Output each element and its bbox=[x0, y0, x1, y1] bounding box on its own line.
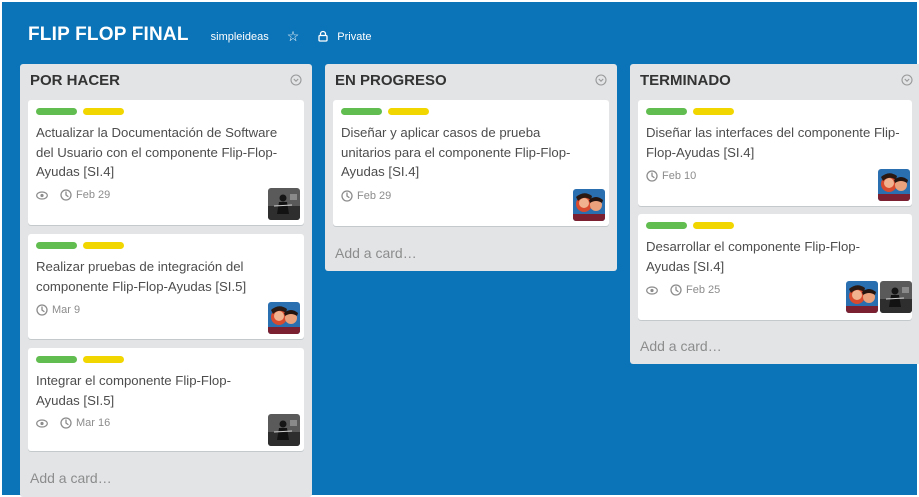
list-header: TERMINADO bbox=[630, 64, 919, 94]
label-green bbox=[341, 108, 382, 115]
clock-icon bbox=[60, 189, 72, 201]
card-badges: Mar 9 bbox=[36, 304, 80, 316]
card-badges: Mar 16 bbox=[36, 417, 110, 429]
label-yellow bbox=[388, 108, 429, 115]
add-card-link[interactable]: Add a card… bbox=[335, 245, 417, 261]
card-title: Desarrollar el componente Flip-Flop-Ayud… bbox=[646, 239, 861, 274]
due-date: Mar 16 bbox=[76, 417, 111, 429]
list-header: EN PROGRESO bbox=[325, 64, 617, 94]
add-card-link[interactable]: Add a card… bbox=[640, 338, 722, 354]
label-yellow bbox=[83, 242, 124, 249]
label-yellow bbox=[83, 108, 124, 115]
clock-icon bbox=[36, 304, 48, 316]
card-badges: Feb 29 bbox=[341, 190, 391, 202]
card-title: Realizar pruebas de integración del comp… bbox=[36, 259, 247, 294]
list-header: POR HACER bbox=[20, 64, 312, 94]
eye-icon bbox=[36, 191, 48, 200]
due-date: Feb 25 bbox=[686, 284, 721, 296]
board-canvas: FLIP FLOP FINAL simpleideas ☆ Private PO… bbox=[0, 0, 919, 497]
card[interactable]: Diseñar las interfaces del componente Fl… bbox=[638, 100, 912, 206]
clock-icon bbox=[341, 190, 353, 202]
due-date: Feb 10 bbox=[662, 170, 697, 182]
eye-icon bbox=[36, 419, 48, 428]
due-date: Feb 29 bbox=[76, 189, 111, 201]
team-name-link[interactable]: simpleideas bbox=[211, 31, 269, 43]
card-title: Diseñar las interfaces del componente Fl… bbox=[646, 125, 900, 160]
card-labels bbox=[36, 242, 130, 249]
avatar[interactable] bbox=[268, 302, 300, 334]
due-date: Feb 29 bbox=[357, 190, 392, 202]
due-date: Mar 9 bbox=[52, 304, 81, 316]
lock-icon[interactable] bbox=[317, 30, 329, 42]
avatar[interactable] bbox=[268, 188, 300, 220]
avatar[interactable] bbox=[573, 189, 605, 221]
add-card-link[interactable]: Add a card… bbox=[30, 470, 112, 486]
label-yellow bbox=[83, 356, 124, 363]
card[interactable]: Actualizar la Documentación de Software … bbox=[28, 100, 304, 225]
card-title: Diseñar y aplicar casos de prueba unitar… bbox=[341, 125, 571, 179]
label-green bbox=[646, 108, 687, 115]
card-labels bbox=[36, 356, 130, 363]
star-icon[interactable]: ☆ bbox=[287, 28, 300, 45]
board-title[interactable]: FLIP FLOP FINAL bbox=[28, 24, 189, 46]
chevron-down-icon[interactable] bbox=[901, 74, 913, 86]
label-green bbox=[646, 222, 687, 229]
list-por-hacer: POR HACER Actualizar la Documentación de… bbox=[20, 64, 312, 497]
list-title[interactable]: POR HACER bbox=[30, 72, 120, 89]
card[interactable]: Desarrollar el componente Flip-Flop-Ayud… bbox=[638, 214, 912, 320]
card-badges: Feb 25 bbox=[646, 284, 720, 296]
chevron-down-icon[interactable] bbox=[595, 74, 607, 86]
card[interactable]: Integrar el componente Flip-Flop-Ayudas … bbox=[28, 348, 304, 451]
avatar[interactable] bbox=[880, 281, 912, 313]
card-title: Integrar el componente Flip-Flop-Ayudas … bbox=[36, 373, 231, 408]
card-labels bbox=[646, 222, 740, 229]
card-badges: Feb 29 bbox=[36, 189, 110, 201]
card-labels bbox=[36, 108, 130, 115]
label-green bbox=[36, 242, 77, 249]
label-yellow bbox=[693, 108, 734, 115]
card-labels bbox=[646, 108, 740, 115]
avatar[interactable] bbox=[268, 414, 300, 446]
card-badges: Feb 10 bbox=[646, 170, 696, 182]
card-title: Actualizar la Documentación de Software … bbox=[36, 125, 278, 179]
clock-icon bbox=[646, 170, 658, 182]
privacy-label[interactable]: Private bbox=[337, 31, 371, 43]
avatar[interactable] bbox=[878, 169, 910, 201]
list-terminado: TERMINADO Diseñar las interfaces del com… bbox=[630, 64, 919, 364]
avatar[interactable] bbox=[846, 281, 878, 313]
label-green bbox=[36, 108, 77, 115]
label-green bbox=[36, 356, 77, 363]
eye-icon bbox=[646, 286, 658, 295]
card[interactable]: Realizar pruebas de integración del comp… bbox=[28, 234, 304, 339]
list-title[interactable]: EN PROGRESO bbox=[335, 72, 447, 89]
clock-icon bbox=[60, 417, 72, 429]
card[interactable]: Diseñar y aplicar casos de prueba unitar… bbox=[333, 100, 609, 226]
clock-icon bbox=[670, 284, 682, 296]
board-header: FLIP FLOP FINAL simpleideas ☆ Private bbox=[28, 20, 372, 50]
card-labels bbox=[341, 108, 435, 115]
label-yellow bbox=[693, 222, 734, 229]
list-en-progreso: EN PROGRESO Diseñar y aplicar casos de p… bbox=[325, 64, 617, 271]
list-title[interactable]: TERMINADO bbox=[640, 72, 731, 89]
chevron-down-icon[interactable] bbox=[290, 74, 302, 86]
